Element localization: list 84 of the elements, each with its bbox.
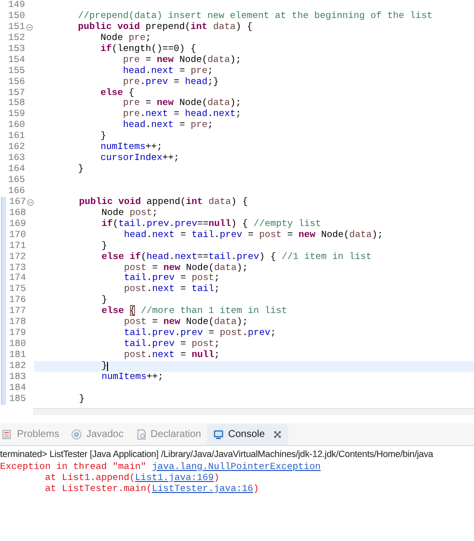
line-number: 163 — [7, 153, 25, 164]
line-number: 160 — [7, 120, 25, 132]
code-line: public void prepend(int data) { — [77, 22, 252, 33]
line-number: 167 — [8, 196, 26, 208]
view-tab[interactable]: Problems — [0, 424, 66, 445]
line-number: 170 — [8, 230, 26, 241]
horizontal-scrollbar[interactable] — [33, 408, 474, 415]
code-line: //prepend(data) insert new element at the beginning of the list — [77, 10, 432, 22]
code-line: cursorIndex++; — [100, 153, 180, 164]
collapse-icon[interactable] — [26, 198, 34, 206]
line-number: 175 — [8, 284, 26, 296]
code-line: post = new Node(data); — [123, 317, 248, 328]
code-line: } — [77, 164, 84, 176]
code-line: post.next = null; — [123, 350, 220, 361]
code-line: tail.prev = post; — [123, 339, 220, 350]
line-number: 179 — [8, 328, 26, 340]
line-number: 172 — [8, 252, 26, 262]
line-number: 151 — [7, 22, 25, 33]
line-number: 184 — [8, 382, 26, 394]
document-icon — [136, 428, 146, 440]
console-line: at ListTester.main(ListTester.java:16) — [44, 482, 260, 494]
code-line: post.next = tail; — [123, 284, 220, 296]
code-line: numItems++; — [100, 142, 162, 153]
line-number: 182 — [8, 360, 26, 372]
code-line: } — [100, 295, 108, 306]
line-number: 158 — [7, 98, 25, 110]
code-line: head.next = pre; — [122, 66, 214, 77]
line-number: 174 — [8, 273, 26, 284]
line-number: 149 — [7, 0, 25, 11]
line-number: 153 — [7, 44, 25, 55]
console-line: Exception in thread "main" java.lang.NullPointerException — [0, 460, 322, 472]
line-number: 171 — [8, 240, 26, 252]
line-number: 183 — [8, 372, 26, 383]
view-tab[interactable]: Console — [207, 424, 288, 445]
close-icon[interactable] — [272, 430, 282, 439]
line-number: 164 — [7, 164, 25, 175]
code-line: } — [78, 394, 85, 405]
code-line: if(length()==0) { — [100, 44, 196, 55]
line-number: 169 — [8, 218, 26, 230]
console-line: at List1.append(List1.java:169) — [44, 472, 220, 483]
line-number: 176 — [8, 295, 26, 306]
line-number: 165 — [7, 175, 25, 186]
line-number: 154 — [7, 54, 25, 66]
code-line: Node post; — [100, 208, 158, 219]
code-line: post = new Node(data); — [123, 262, 248, 273]
line-number: 178 — [8, 317, 26, 328]
line-number: 177 — [8, 306, 26, 318]
line-number: 156 — [7, 76, 25, 88]
line-number: 155 — [7, 66, 25, 77]
code-line: if(tail.prev.prev==null) { //empty list — [100, 218, 322, 230]
line-number: 150 — [7, 10, 25, 22]
code-line: head.next = pre; — [122, 120, 214, 132]
code-line: } — [100, 240, 108, 252]
line-number: 159 — [7, 109, 25, 120]
code-line: else if(head.next==tail.prev) { //1 item in list — [100, 252, 372, 263]
code-line: tail.prev.prev = post.prev; — [123, 328, 276, 339]
monitor-icon — [213, 428, 224, 440]
code-line: else { — [100, 88, 134, 98]
line-number: 173 — [8, 262, 26, 274]
console-header: terminated> ListTester [Java Application] /Library/Java/JavaVirtualMachines/jdk-12.jdk/Contents/Home/bin/java — [0, 448, 434, 461]
code-line: } — [100, 360, 108, 372]
line-number: 180 — [8, 339, 26, 350]
code-line: head.next = tail.prev = post = new Node(data); — [123, 230, 383, 241]
collapse-icon[interactable] — [26, 24, 32, 31]
line-number: 168 — [8, 208, 26, 219]
code-line: tail.prev = post; — [123, 273, 220, 284]
view-tab[interactable]: Javadoc — [65, 424, 130, 445]
view-tab[interactable]: Declaration — [130, 424, 208, 445]
code-line: pre = new Node(data); — [122, 54, 242, 66]
line-number: 166 — [7, 186, 25, 197]
code-line: numItems++; — [100, 372, 164, 383]
code-line: pre.prev = head;} — [122, 76, 219, 88]
code-line: Node pre; — [100, 32, 152, 44]
code-line: pre = new Node(data); — [122, 98, 242, 109]
code-line: public void append(int data) { — [78, 196, 248, 208]
at-sign-icon — [71, 428, 82, 440]
line-number: 181 — [8, 350, 26, 361]
line-number: 162 — [7, 142, 25, 154]
line-number: 161 — [7, 131, 25, 142]
line-number: 157 — [7, 88, 25, 98]
line-number: 185 — [8, 394, 26, 405]
line-number: 152 — [7, 32, 25, 44]
code-line: } — [100, 131, 106, 142]
code-line: pre.next = head.next; — [122, 109, 242, 120]
